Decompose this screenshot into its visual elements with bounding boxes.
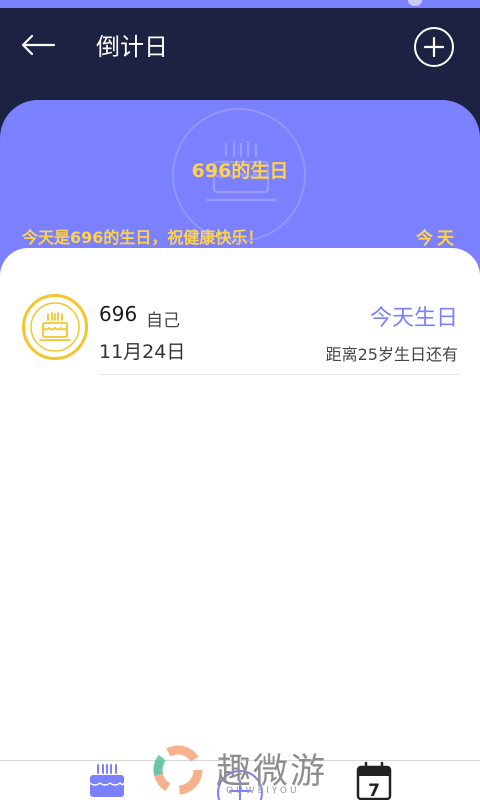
list-item[interactable]: 696 自己 11月24日 今天生日 距离25岁生日还有 bbox=[0, 288, 480, 378]
birthday-badge bbox=[22, 294, 88, 360]
watermark-subtext: QUWEIYOU bbox=[226, 786, 300, 796]
hero-title: 696的生日 bbox=[191, 160, 289, 182]
countdown-subtitle: 距离25岁生日还有 bbox=[325, 345, 458, 364]
countdown-status: 今天生日 bbox=[369, 306, 458, 331]
birthday-cake-icon bbox=[89, 764, 125, 797]
add-button[interactable] bbox=[414, 27, 454, 67]
tab-birthday[interactable] bbox=[84, 761, 130, 800]
divider bbox=[99, 374, 459, 375]
back-button[interactable] bbox=[18, 30, 58, 60]
hero-today-label: 今天 bbox=[416, 229, 458, 249]
page-title: 倒计日 bbox=[96, 33, 168, 61]
birthday-date: 11月24日 bbox=[99, 341, 186, 363]
watermark: 趣微游 QUWEIYOU bbox=[148, 742, 338, 800]
calendar-icon: 7 bbox=[356, 761, 392, 800]
plus-circle-icon bbox=[423, 36, 445, 58]
status-bar bbox=[0, 0, 480, 8]
back-arrow-icon bbox=[21, 34, 56, 56]
birthday-list: 696 自己 11月24日 今天生日 距离25岁生日还有 bbox=[0, 248, 480, 760]
birthday-cake-icon bbox=[30, 302, 80, 352]
tab-calendar[interactable]: 7 bbox=[352, 761, 398, 800]
status-indicator bbox=[408, 0, 422, 6]
relation-label: 自己 bbox=[146, 311, 180, 331]
watermark-logo-icon bbox=[153, 745, 203, 795]
hero-message: 今天是696的生日，祝健康快乐！ bbox=[22, 228, 264, 247]
app-header: 倒计日 696的生日 今天是696的生日，祝健康快乐！ 今天 bbox=[0, 8, 480, 300]
person-name: 696 bbox=[99, 302, 138, 326]
calendar-day-number: 7 bbox=[368, 781, 380, 800]
